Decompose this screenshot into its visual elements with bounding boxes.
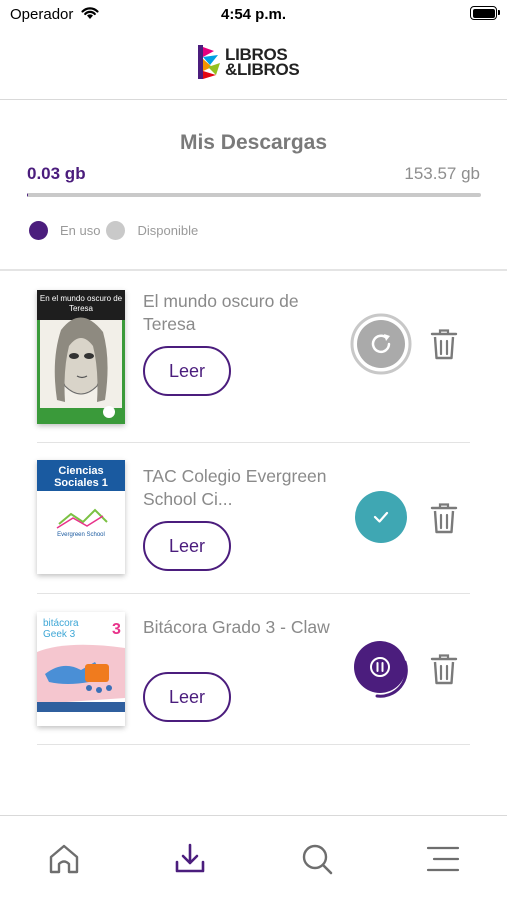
tab-bar <box>0 815 507 900</box>
retry-download-button[interactable] <box>350 313 412 375</box>
legend-label: Disponible <box>137 223 199 238</box>
book-title: El mundo oscuro de Teresa <box>143 291 299 334</box>
logo-mark-icon <box>198 45 220 79</box>
legend-dot-icon <box>106 221 126 240</box>
legend-dot-icon <box>29 221 48 240</box>
book-list-item: Evergreen School Ciencias Sociales 1 TAC… <box>37 443 470 594</box>
legend-item-available: Disponible <box>106 221 198 240</box>
pause-download-button[interactable] <box>353 640 415 702</box>
read-button[interactable]: Leer <box>143 346 231 396</box>
clock: 4:54 p.m. <box>220 6 287 23</box>
svg-text:3: 3 <box>112 621 121 638</box>
legend-label: En uso <box>60 223 101 238</box>
app-header: LIBROS &LIBROS <box>0 30 507 100</box>
book-cover[interactable]: 3 bitácora Geek 3 <box>37 612 125 726</box>
delete-trash-icon[interactable] <box>429 327 459 361</box>
battery-icon <box>470 6 500 20</box>
read-button[interactable]: Leer <box>143 521 231 571</box>
logo-text-line2: &LIBROS <box>225 60 300 79</box>
storage-legend: En uso Disponible <box>29 221 202 240</box>
book-list-item: En el mundo oscuro de Teresa El mundo os… <box>37 271 470 443</box>
read-button[interactable]: Leer <box>143 672 231 722</box>
page-title: Mis Descargas <box>179 131 328 154</box>
book-cover-title: Ciencias Sociales 1 <box>54 465 108 489</box>
delete-trash-icon[interactable] <box>429 501 459 535</box>
book-cover[interactable]: En el mundo oscuro de Teresa <box>37 290 125 424</box>
book-title: Bitácora Grado 3 - Claw <box>143 617 330 637</box>
legend-item-in-use: En uso <box>29 221 100 240</box>
storage-progress-bar <box>27 193 481 197</box>
book-cover-title: bitácora Geek 3 <box>43 618 79 640</box>
menu-icon[interactable] <box>424 840 462 878</box>
total-storage-value: 153.57 gb <box>404 164 480 183</box>
book-title: TAC Colegio Evergreen School Ci... <box>143 466 327 509</box>
app-logo: LIBROS &LIBROS <box>198 44 300 80</box>
downloaded-check-icon <box>355 491 407 543</box>
downloads-summary: Mis Descargas 0.03 gb 153.57 gb En uso D… <box>0 101 507 271</box>
svg-text:Evergreen School: Evergreen School <box>57 532 105 538</box>
download-icon[interactable] <box>171 840 209 878</box>
home-icon[interactable] <box>45 840 83 878</box>
book-list-item: 3 bitácora Geek 3 Bitácora Grado 3 - Cla… <box>37 594 470 745</box>
status-bar: Operador 4:54 p.m. <box>0 0 507 30</box>
used-storage-value: 0.03 gb <box>27 164 86 183</box>
book-cover[interactable]: Evergreen School Ciencias Sociales 1 <box>37 460 125 574</box>
delete-trash-icon[interactable] <box>429 652 459 686</box>
search-icon[interactable] <box>298 840 336 878</box>
book-cover-title: En el mundo oscuro de Teresa <box>39 294 123 313</box>
